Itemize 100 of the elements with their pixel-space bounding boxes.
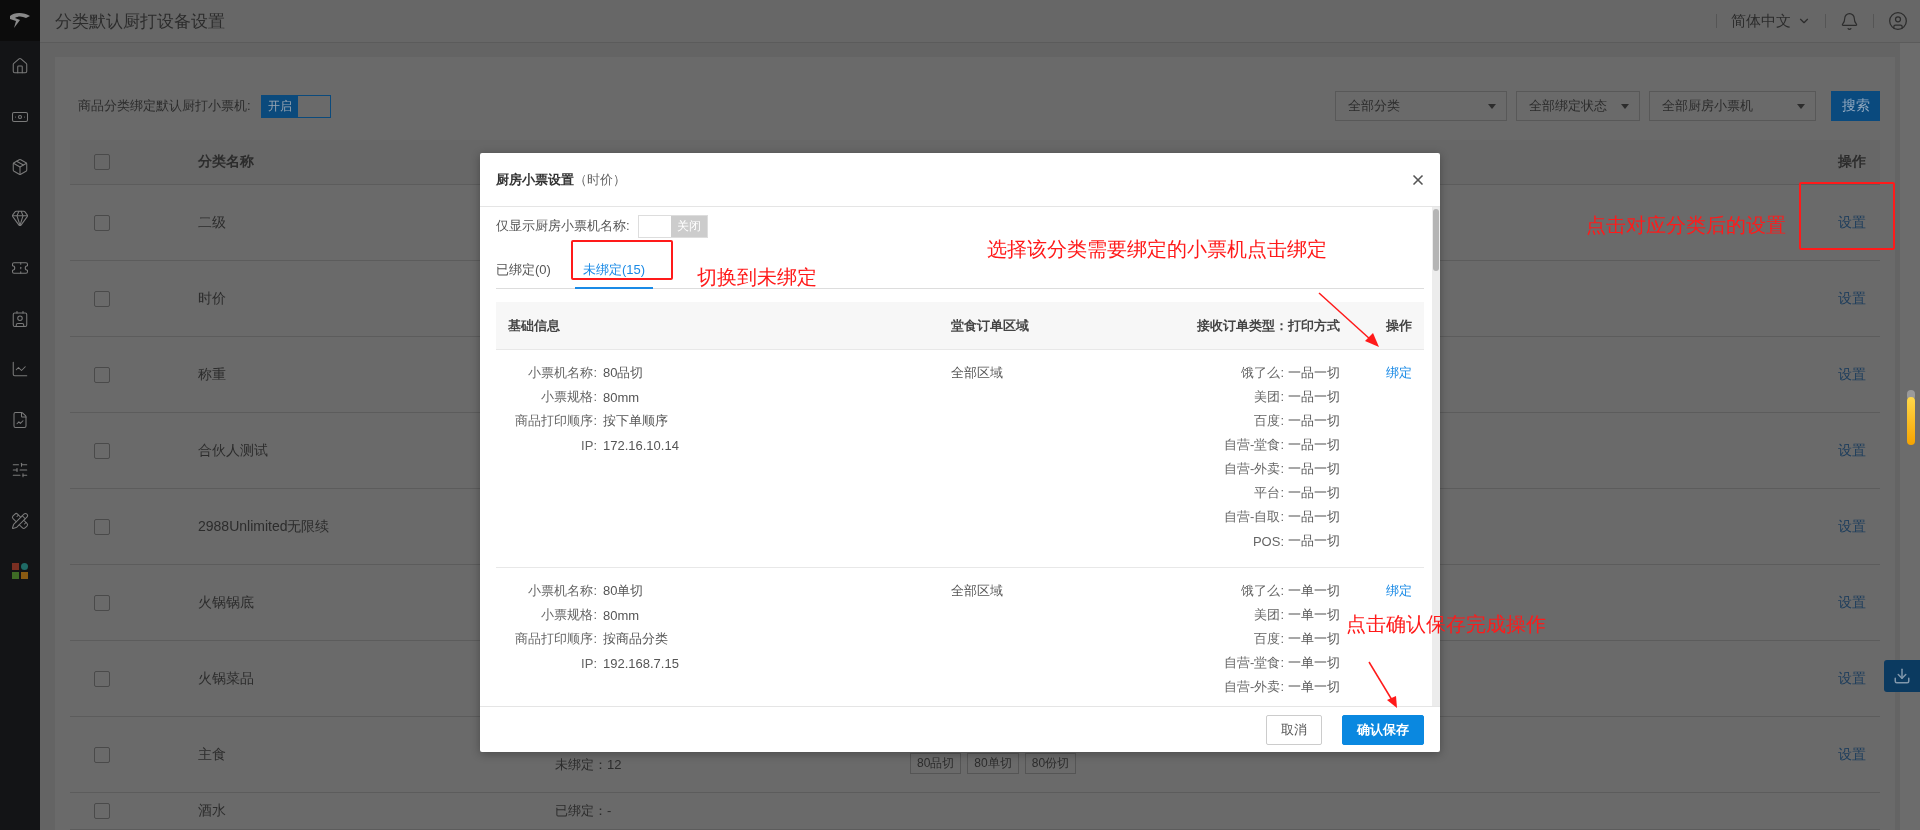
row-checkbox[interactable] <box>94 214 110 231</box>
settings-link[interactable]: 设置 <box>1838 365 1866 384</box>
info-label: 小票规格: <box>540 388 597 406</box>
info-value: 192.168.7.15 <box>603 655 680 671</box>
dialog-title: 厨房小票设置（时价） <box>496 170 626 189</box>
bind-link[interactable]: 绑定 <box>1386 361 1424 385</box>
column-header: 基础信息 <box>507 316 561 335</box>
print-mode-value: 一单一切 <box>1288 654 1340 672</box>
settings-link[interactable]: 设置 <box>1838 289 1866 308</box>
column-header: 操作 <box>1838 153 1866 171</box>
apps-icon[interactable] <box>12 563 28 580</box>
settings-link[interactable]: 设置 <box>1838 213 1866 232</box>
confirm-button[interactable]: 确认保存 <box>1342 714 1424 745</box>
tab[interactable]: 已绑定(0) <box>496 252 551 289</box>
column-header: 堂食订单区域 <box>951 316 1030 335</box>
column-header: 分类名称 <box>197 153 255 171</box>
row-checkbox[interactable] <box>94 803 110 819</box>
row-checkbox[interactable] <box>94 518 110 535</box>
box-icon[interactable] <box>11 158 29 177</box>
category-name: 合伙人测试 <box>197 441 268 460</box>
print-mode-value: 一品一切 <box>1288 436 1340 454</box>
select-all-checkbox[interactable] <box>94 154 110 170</box>
settings-link[interactable]: 设置 <box>1838 745 1866 764</box>
info-label: 小票机名称: <box>527 582 597 600</box>
info-label: 小票规格: <box>540 606 597 624</box>
dine-in-area: 全部区域 <box>951 361 1110 385</box>
row-checkbox[interactable] <box>94 290 110 307</box>
print-mode-value: 一品一切 <box>1288 388 1340 406</box>
order-type-label: 美团: <box>1254 388 1284 406</box>
tools-icon[interactable] <box>11 511 29 530</box>
filter-dropdown[interactable]: 全部绑定状态 <box>1516 91 1640 121</box>
print-mode-value: 一单一切 <box>1288 630 1340 648</box>
search-button[interactable]: 搜索 <box>1831 91 1880 121</box>
download-icon <box>1893 667 1911 685</box>
row-checkbox[interactable] <box>94 594 110 611</box>
category-name: 火锅菜品 <box>197 669 254 688</box>
print-mode-value: 一品一切 <box>1288 484 1340 502</box>
binding-count: 未绑定：12 <box>555 756 622 774</box>
settings-link[interactable]: 设置 <box>1838 669 1866 688</box>
settings-link[interactable]: 设置 <box>1838 593 1866 612</box>
bind-link[interactable]: 绑定 <box>1386 579 1424 603</box>
settings-link[interactable]: 设置 <box>1838 517 1866 536</box>
row-checkbox[interactable] <box>94 670 110 687</box>
order-type-label: 平台: <box>1254 484 1284 502</box>
printer-tag: 80单切 <box>967 753 1019 774</box>
user-icon[interactable] <box>1888 11 1908 31</box>
info-value: 按商品分类 <box>603 630 669 648</box>
row-checkbox[interactable] <box>94 442 110 459</box>
category-name: 主食 <box>197 745 226 764</box>
category-name: 称重 <box>197 365 226 384</box>
sliders-icon[interactable] <box>11 461 29 480</box>
toggle-switch[interactable]: 开启 <box>260 94 331 118</box>
order-type-label: 自营-自取: <box>1224 508 1284 526</box>
info-value: 80单切 <box>603 582 645 600</box>
printer-tag: 80份切 <box>1024 753 1077 774</box>
annotation-arrow <box>1367 660 1399 710</box>
filter-dropdown[interactable]: 全部分类 <box>1335 91 1507 121</box>
id-card-icon[interactable] <box>11 309 29 328</box>
chart-icon[interactable] <box>11 360 29 379</box>
column-header: 接收订单类型：打印方式 <box>1196 316 1340 335</box>
row-checkbox[interactable] <box>94 366 110 383</box>
category-name: 时价 <box>197 289 226 308</box>
settings-link[interactable]: 设置 <box>1838 441 1866 460</box>
info-label: IP: <box>580 655 597 671</box>
info-value: 按下单顺序 <box>603 412 669 430</box>
gem-icon[interactable] <box>11 208 29 227</box>
toggle-label: 仅显示厨房小票机名称: <box>496 217 630 235</box>
annotation-note: 点击对应分类后的设置 <box>1586 213 1786 237</box>
order-type-label: 自营-外卖: <box>1224 678 1284 696</box>
page-title: 分类默认厨打设备设置 <box>55 10 225 33</box>
language-selector[interactable]: 简体中文 <box>1731 11 1811 31</box>
order-type-label: 饿了么: <box>1241 582 1284 600</box>
notification-icon[interactable] <box>1840 11 1859 31</box>
order-type-label: 饿了么: <box>1241 364 1284 382</box>
printer-tag: 80品切 <box>910 753 962 774</box>
dine-in-area: 全部区域 <box>951 579 1110 603</box>
cancel-button[interactable]: 取消 <box>1266 714 1322 745</box>
home-icon[interactable] <box>11 57 29 76</box>
print-mode-value: 一单一切 <box>1288 678 1340 696</box>
print-mode-value: 一品一切 <box>1288 460 1340 478</box>
order-type-label: 自营-堂食: <box>1224 654 1284 672</box>
print-mode-value: 一品一切 <box>1288 412 1340 430</box>
order-type-label: 百度: <box>1254 630 1284 648</box>
category-name: 火锅锅底 <box>197 593 254 612</box>
info-label: 商品打印顺序: <box>514 412 597 430</box>
tab[interactable]: 未绑定(15) <box>574 252 653 289</box>
print-mode-value: 一单一切 <box>1288 582 1340 600</box>
info-value: 80mm <box>603 389 641 405</box>
report-icon[interactable] <box>11 410 29 429</box>
info-label: IP: <box>580 437 597 453</box>
info-label: 小票机名称: <box>527 364 597 382</box>
download-button[interactable] <box>1884 660 1920 692</box>
order-type-label: 自营-外卖: <box>1224 460 1284 478</box>
binding-count: 已绑定：- <box>555 802 612 820</box>
info-value: 80品切 <box>603 364 645 382</box>
column-header: 操作 <box>1385 316 1413 335</box>
info-value: 80mm <box>603 607 641 623</box>
order-type-label: POS: <box>1252 533 1284 549</box>
logo-icon <box>8 11 32 30</box>
row-checkbox[interactable] <box>94 746 110 763</box>
